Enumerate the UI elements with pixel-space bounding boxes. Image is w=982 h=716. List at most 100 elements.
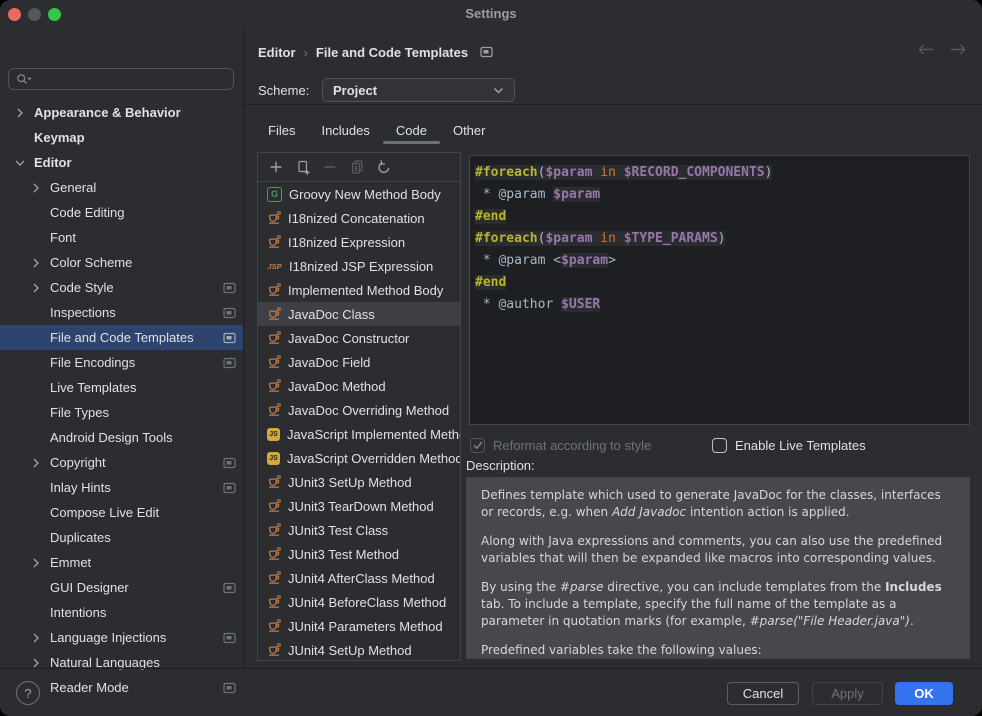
- settings-search-field[interactable]: [8, 68, 234, 90]
- template-item-junit3-teardown-method[interactable]: JUnit3 TearDown Method: [258, 494, 460, 518]
- tab-files[interactable]: Files: [255, 117, 308, 144]
- template-item-label: JUnit4 SetUp Method: [288, 643, 412, 658]
- template-item-javadoc-class[interactable]: JavaDoc Class: [258, 302, 460, 326]
- reset-template-button[interactable]: [376, 159, 392, 175]
- template-item-junit3-test-class[interactable]: JUnit3 Test Class: [258, 518, 460, 542]
- apply-button[interactable]: Apply: [812, 682, 883, 705]
- template-item-implemented-method-body[interactable]: Implemented Method Body: [258, 278, 460, 302]
- template-item-i18nized-concatenation[interactable]: I18nized Concatenation: [258, 206, 460, 230]
- tab-other[interactable]: Other: [440, 117, 499, 144]
- add-template-button[interactable]: [268, 159, 284, 175]
- template-item-junit3-test-method[interactable]: JUnit3 Test Method: [258, 542, 460, 566]
- template-item-javascript-implemented-method-body[interactable]: JSJavaScript Implemented Method Body: [258, 422, 460, 446]
- chevron-spacer: [28, 405, 44, 421]
- template-item-label: JavaScript Overridden Method Body: [287, 451, 460, 466]
- template-item-label: JavaDoc Class: [288, 307, 375, 322]
- back-button[interactable]: [918, 44, 935, 55]
- checkbox-unchecked-icon: [712, 438, 727, 453]
- sidebar-item-natural-languages[interactable]: Natural Languages: [0, 650, 243, 675]
- description-label: Description:: [466, 458, 535, 473]
- pane-icon: [223, 682, 236, 694]
- java-class-icon: [267, 499, 281, 513]
- java-class-icon: [267, 235, 281, 249]
- sidebar-item-file-and-code-templates[interactable]: File and Code Templates: [0, 325, 243, 350]
- template-item-label: JUnit3 SetUp Method: [288, 475, 412, 490]
- enable-live-templates-label: Enable Live Templates: [735, 438, 866, 453]
- template-item-label: JUnit3 TearDown Method: [288, 499, 434, 514]
- sidebar-item-label: General: [50, 180, 96, 195]
- cancel-button[interactable]: Cancel: [727, 682, 799, 705]
- sidebar-item-font[interactable]: Font: [0, 225, 243, 250]
- sidebar-item-editor[interactable]: Editor: [0, 150, 243, 175]
- template-item-javadoc-constructor[interactable]: JavaDoc Constructor: [258, 326, 460, 350]
- ok-button[interactable]: OK: [895, 682, 953, 705]
- sidebar-item-gui-designer[interactable]: GUI Designer: [0, 575, 243, 600]
- sidebar-item-file-encodings[interactable]: File Encodings: [0, 350, 243, 375]
- chevron-spacer: [28, 380, 44, 396]
- template-item-javascript-overridden-method-body[interactable]: JSJavaScript Overridden Method Body: [258, 446, 460, 470]
- template-item-groovy-new-method-body[interactable]: GGroovy New Method Body: [258, 182, 460, 206]
- duplicate-template-button[interactable]: [295, 159, 311, 175]
- sidebar-item-live-templates[interactable]: Live Templates: [0, 375, 243, 400]
- java-class-icon: [267, 379, 281, 393]
- search-input[interactable]: [37, 71, 221, 88]
- java-class-icon: [267, 307, 281, 321]
- sidebar-item-emmet[interactable]: Emmet: [0, 550, 243, 575]
- sidebar-item-label: Copyright: [50, 455, 106, 470]
- pane-icon: [223, 582, 236, 594]
- sidebar-item-duplicates[interactable]: Duplicates: [0, 525, 243, 550]
- template-item-javadoc-overriding-method[interactable]: JavaDoc Overriding Method: [258, 398, 460, 422]
- java-class-icon: [267, 571, 281, 585]
- scheme-dropdown-value: Project: [333, 83, 377, 98]
- template-item-junit4-beforeclass-method[interactable]: JUnit4 BeforeClass Method: [258, 590, 460, 614]
- template-item-junit4-setup-method[interactable]: JUnit4 SetUp Method: [258, 638, 460, 661]
- template-item-junit4-parameters-method[interactable]: JUnit4 Parameters Method: [258, 614, 460, 638]
- sidebar-item-file-types[interactable]: File Types: [0, 400, 243, 425]
- reformat-checkbox[interactable]: Reformat according to style: [470, 436, 651, 454]
- template-item-label: I18nized Expression: [288, 235, 405, 250]
- template-item-javadoc-field[interactable]: JavaDoc Field: [258, 350, 460, 374]
- sidebar-item-copyright[interactable]: Copyright: [0, 450, 243, 475]
- titlebar: Settings: [0, 0, 982, 28]
- sidebar-item-label: Appearance & Behavior: [34, 105, 181, 120]
- sidebar-item-language-injections[interactable]: Language Injections: [0, 625, 243, 650]
- template-item-junit3-setup-method[interactable]: JUnit3 SetUp Method: [258, 470, 460, 494]
- sidebar-item-code-style[interactable]: Code Style: [0, 275, 243, 300]
- template-item-javadoc-method[interactable]: JavaDoc Method: [258, 374, 460, 398]
- scheme-dropdown[interactable]: Project: [322, 78, 515, 102]
- sidebar-item-keymap[interactable]: Keymap: [0, 125, 243, 150]
- sidebar-item-inspections[interactable]: Inspections: [0, 300, 243, 325]
- breadcrumb-editor[interactable]: Editor: [258, 45, 296, 60]
- sidebar-item-color-scheme[interactable]: Color Scheme: [0, 250, 243, 275]
- template-item-i18nized-jsp-expression[interactable]: JSPI18nized JSP Expression: [258, 254, 460, 278]
- history-nav: [918, 44, 966, 55]
- template-item-junit4-afterclass-method[interactable]: JUnit4 AfterClass Method: [258, 566, 460, 590]
- reformat-checkbox-label: Reformat according to style: [493, 438, 651, 453]
- sidebar-item-compose-live-edit[interactable]: Compose Live Edit: [0, 500, 243, 525]
- sidebar-item-inlay-hints[interactable]: Inlay Hints: [0, 475, 243, 500]
- description-panel[interactable]: Defines template which used to generate …: [466, 477, 970, 659]
- sidebar-item-code-editing[interactable]: Code Editing: [0, 200, 243, 225]
- template-code-editor[interactable]: #foreach($param in $RECORD_COMPONENTS) *…: [469, 155, 970, 425]
- sidebar-item-label: Code Editing: [50, 205, 124, 220]
- forward-button[interactable]: [949, 44, 966, 55]
- template-tabs: FilesIncludesCodeOther: [255, 117, 498, 144]
- sidebar-item-label: Duplicates: [50, 530, 111, 545]
- sidebar-item-general[interactable]: General: [0, 175, 243, 200]
- chevron-right-icon: [28, 180, 44, 196]
- sidebar-item-appearance-behavior[interactable]: Appearance & Behavior: [0, 100, 243, 125]
- sidebar-item-intentions[interactable]: Intentions: [0, 600, 243, 625]
- java-class-icon: [267, 523, 281, 537]
- help-button[interactable]: ?: [16, 681, 40, 705]
- tab-code[interactable]: Code: [383, 117, 440, 144]
- sidebar-item-android-design-tools[interactable]: Android Design Tools: [0, 425, 243, 450]
- template-item-label: JavaDoc Field: [288, 355, 370, 370]
- tab-includes[interactable]: Includes: [308, 117, 382, 144]
- chevron-spacer: [28, 505, 44, 521]
- sidebar-item-label: Intentions: [50, 605, 106, 620]
- template-item-i18nized-expression[interactable]: I18nized Expression: [258, 230, 460, 254]
- enable-live-templates-checkbox[interactable]: Enable Live Templates: [712, 436, 866, 454]
- javascript-file-icon: JS: [267, 428, 280, 441]
- chevron-spacer: [28, 230, 44, 246]
- template-item-label: Implemented Method Body: [288, 283, 443, 298]
